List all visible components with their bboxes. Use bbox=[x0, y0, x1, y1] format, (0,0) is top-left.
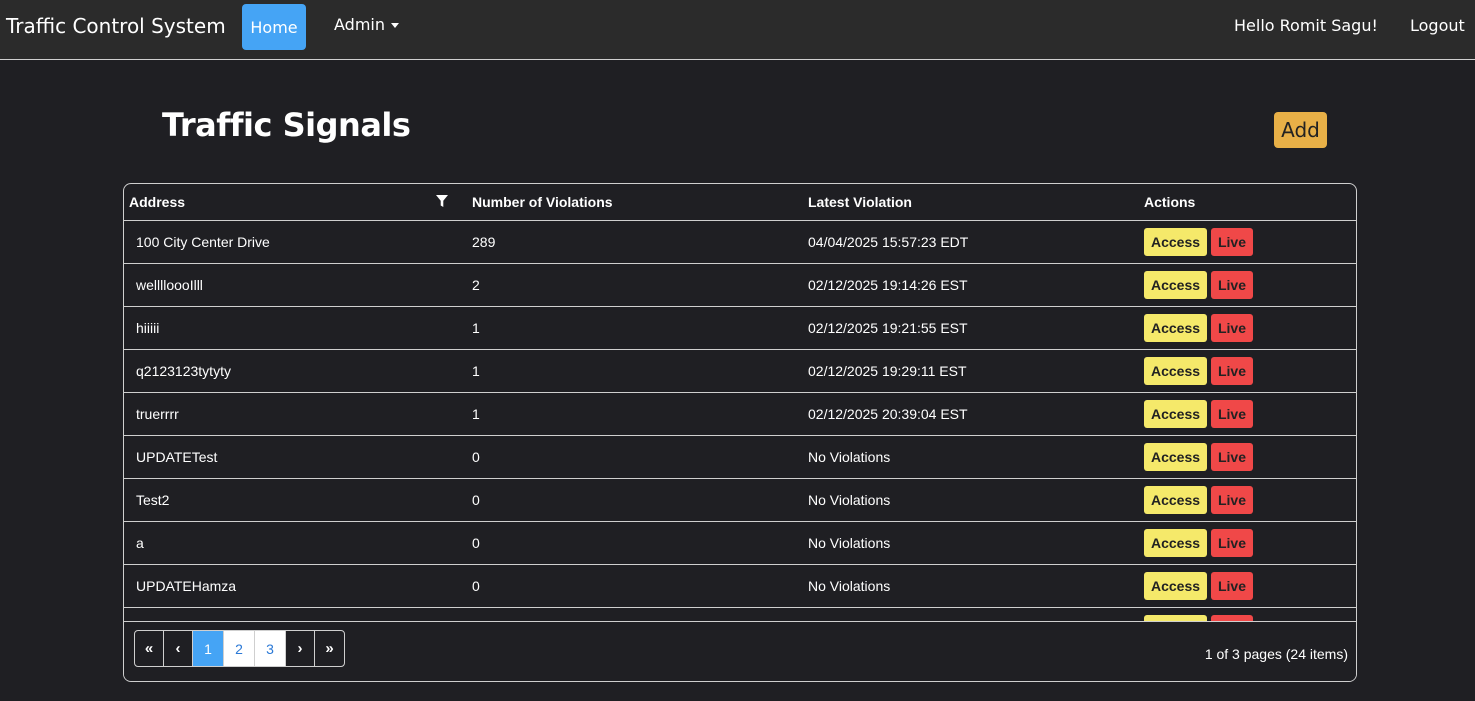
traffic-signals-grid: Address Number of Violations Latest Viol… bbox=[123, 183, 1357, 682]
cell-violations: 289 bbox=[472, 234, 496, 250]
cell-address: UPDATEHamza bbox=[136, 578, 237, 594]
access-button[interactable]: Access bbox=[1144, 228, 1207, 256]
table-row[interactable]: Test2 0 No Violations Access Live bbox=[124, 479, 1356, 522]
chevron-down-icon bbox=[391, 23, 399, 28]
table-row[interactable]: a 0 No Violations Access Live bbox=[124, 522, 1356, 565]
cell-address: hiiiii bbox=[136, 320, 160, 336]
live-button[interactable]: Live bbox=[1211, 486, 1253, 514]
live-button[interactable]: Live bbox=[1211, 443, 1253, 471]
filter-icon[interactable] bbox=[436, 195, 448, 208]
cell-latest-violation: 02/12/2025 20:39:04 EST bbox=[808, 406, 968, 422]
cell-latest-violation: No Violations bbox=[808, 492, 891, 508]
nav-admin-label: Admin bbox=[334, 15, 385, 34]
top-navbar: Traffic Control System Home Admin Hello … bbox=[0, 0, 1475, 60]
page-button-3[interactable]: 3 bbox=[255, 631, 286, 666]
access-button[interactable]: Access bbox=[1144, 443, 1207, 471]
nav-admin-dropdown[interactable]: Admin bbox=[334, 15, 399, 34]
cell-address: q2123123tytyty bbox=[136, 363, 231, 379]
pager-area: « ‹ 1 2 3 › » 1 of 3 pages (24 items) bbox=[124, 621, 1356, 681]
cell-violations: 0 bbox=[472, 535, 480, 551]
live-button[interactable]: Live bbox=[1211, 228, 1253, 256]
table-row[interactable]: truerrrr 1 02/12/2025 20:39:04 EST Access Li… bbox=[124, 393, 1356, 436]
cell-latest-violation: 02/12/2025 19:29:11 EST bbox=[808, 363, 967, 379]
access-button[interactable]: Access bbox=[1144, 572, 1207, 600]
cell-address: Test2 bbox=[136, 492, 170, 508]
live-button[interactable]: Live bbox=[1211, 572, 1253, 600]
table-row[interactable]: AccessLive bbox=[124, 608, 1356, 621]
live-button[interactable]: Live bbox=[1211, 314, 1253, 342]
access-button[interactable]: Access bbox=[1144, 271, 1207, 299]
cell-latest-violation: 04/04/2025 15:57:23 EDT bbox=[808, 234, 969, 250]
app-brand[interactable]: Traffic Control System bbox=[6, 14, 226, 38]
cell-address: truerrrr bbox=[136, 406, 179, 422]
grid-body[interactable]: 100 City Center Drive 289 04/04/2025 15:57… bbox=[124, 221, 1356, 621]
cell-latest-violation: No Violations bbox=[808, 449, 891, 465]
cell-latest-violation: 02/12/2025 19:21:55 EST bbox=[808, 320, 968, 336]
live-button[interactable]: Live bbox=[1211, 271, 1253, 299]
cell-violations: 1 bbox=[472, 406, 480, 422]
nav-home-link[interactable]: Home bbox=[242, 4, 306, 50]
next-page-button[interactable]: › bbox=[286, 631, 315, 666]
cell-latest-violation: No Violations bbox=[808, 535, 891, 551]
column-header-address[interactable]: Address bbox=[129, 194, 185, 210]
cell-address: UPDATETest bbox=[136, 449, 218, 465]
cell-address: a bbox=[136, 535, 144, 551]
cell-violations: 0 bbox=[472, 449, 480, 465]
pager-info: 1 of 3 pages (24 items) bbox=[1204, 646, 1348, 662]
live-button[interactable]: Live bbox=[1211, 529, 1253, 557]
access-button[interactable]: Access bbox=[1144, 314, 1207, 342]
column-header-latest-violation[interactable]: Latest Violation bbox=[808, 194, 912, 210]
last-page-button[interactable]: » bbox=[315, 631, 344, 666]
cell-address: 100 City Center Drive bbox=[136, 234, 270, 250]
live-button[interactable]: Live bbox=[1211, 357, 1253, 385]
page-button-1[interactable]: 1 bbox=[193, 631, 224, 666]
add-button[interactable]: Add bbox=[1274, 112, 1327, 148]
first-page-button[interactable]: « bbox=[135, 631, 164, 666]
table-row[interactable]: UPDATEHamza 0 No Violations Access Live bbox=[124, 565, 1356, 608]
table-row[interactable]: UPDATETest 0 No Violations Access Live bbox=[124, 436, 1356, 479]
access-button[interactable]: Access bbox=[1144, 529, 1207, 557]
table-row[interactable]: hiiiii 1 02/12/2025 19:21:55 EST Access Live bbox=[124, 307, 1356, 350]
cell-violations: 1 bbox=[472, 363, 480, 379]
cell-latest-violation: 02/12/2025 19:14:26 EST bbox=[808, 277, 968, 293]
table-row[interactable]: welllloooIlll 2 02/12/2025 19:14:26 EST Acc… bbox=[124, 264, 1356, 307]
logout-link[interactable]: Logout bbox=[1410, 16, 1465, 35]
page-title: Traffic Signals bbox=[162, 106, 411, 144]
cell-violations: 0 bbox=[472, 492, 480, 508]
table-row[interactable]: q2123123tytyty 1 02/12/2025 19:29:11 EST Ac… bbox=[124, 350, 1356, 393]
prev-page-button[interactable]: ‹ bbox=[164, 631, 193, 666]
pagination: « ‹ 1 2 3 › » bbox=[134, 630, 345, 667]
page-button-2[interactable]: 2 bbox=[224, 631, 255, 666]
cell-address: welllloooIlll bbox=[136, 277, 203, 293]
user-greeting: Hello Romit Sagu! bbox=[1234, 16, 1378, 35]
access-button[interactable]: Access bbox=[1144, 486, 1207, 514]
access-button[interactable]: Access bbox=[1144, 400, 1207, 428]
column-header-actions: Actions bbox=[1144, 194, 1196, 210]
table-row[interactable]: 100 City Center Drive 289 04/04/2025 15:57… bbox=[124, 221, 1356, 264]
cell-latest-violation: No Violations bbox=[808, 578, 891, 594]
column-header-violations[interactable]: Number of Violations bbox=[472, 194, 613, 210]
cell-violations: 0 bbox=[472, 578, 480, 594]
cell-violations: 1 bbox=[472, 320, 480, 336]
live-button[interactable]: Live bbox=[1211, 400, 1253, 428]
grid-header: Address Number of Violations Latest Viol… bbox=[124, 184, 1356, 221]
access-button[interactable]: Access bbox=[1144, 357, 1207, 385]
cell-violations: 2 bbox=[472, 277, 480, 293]
